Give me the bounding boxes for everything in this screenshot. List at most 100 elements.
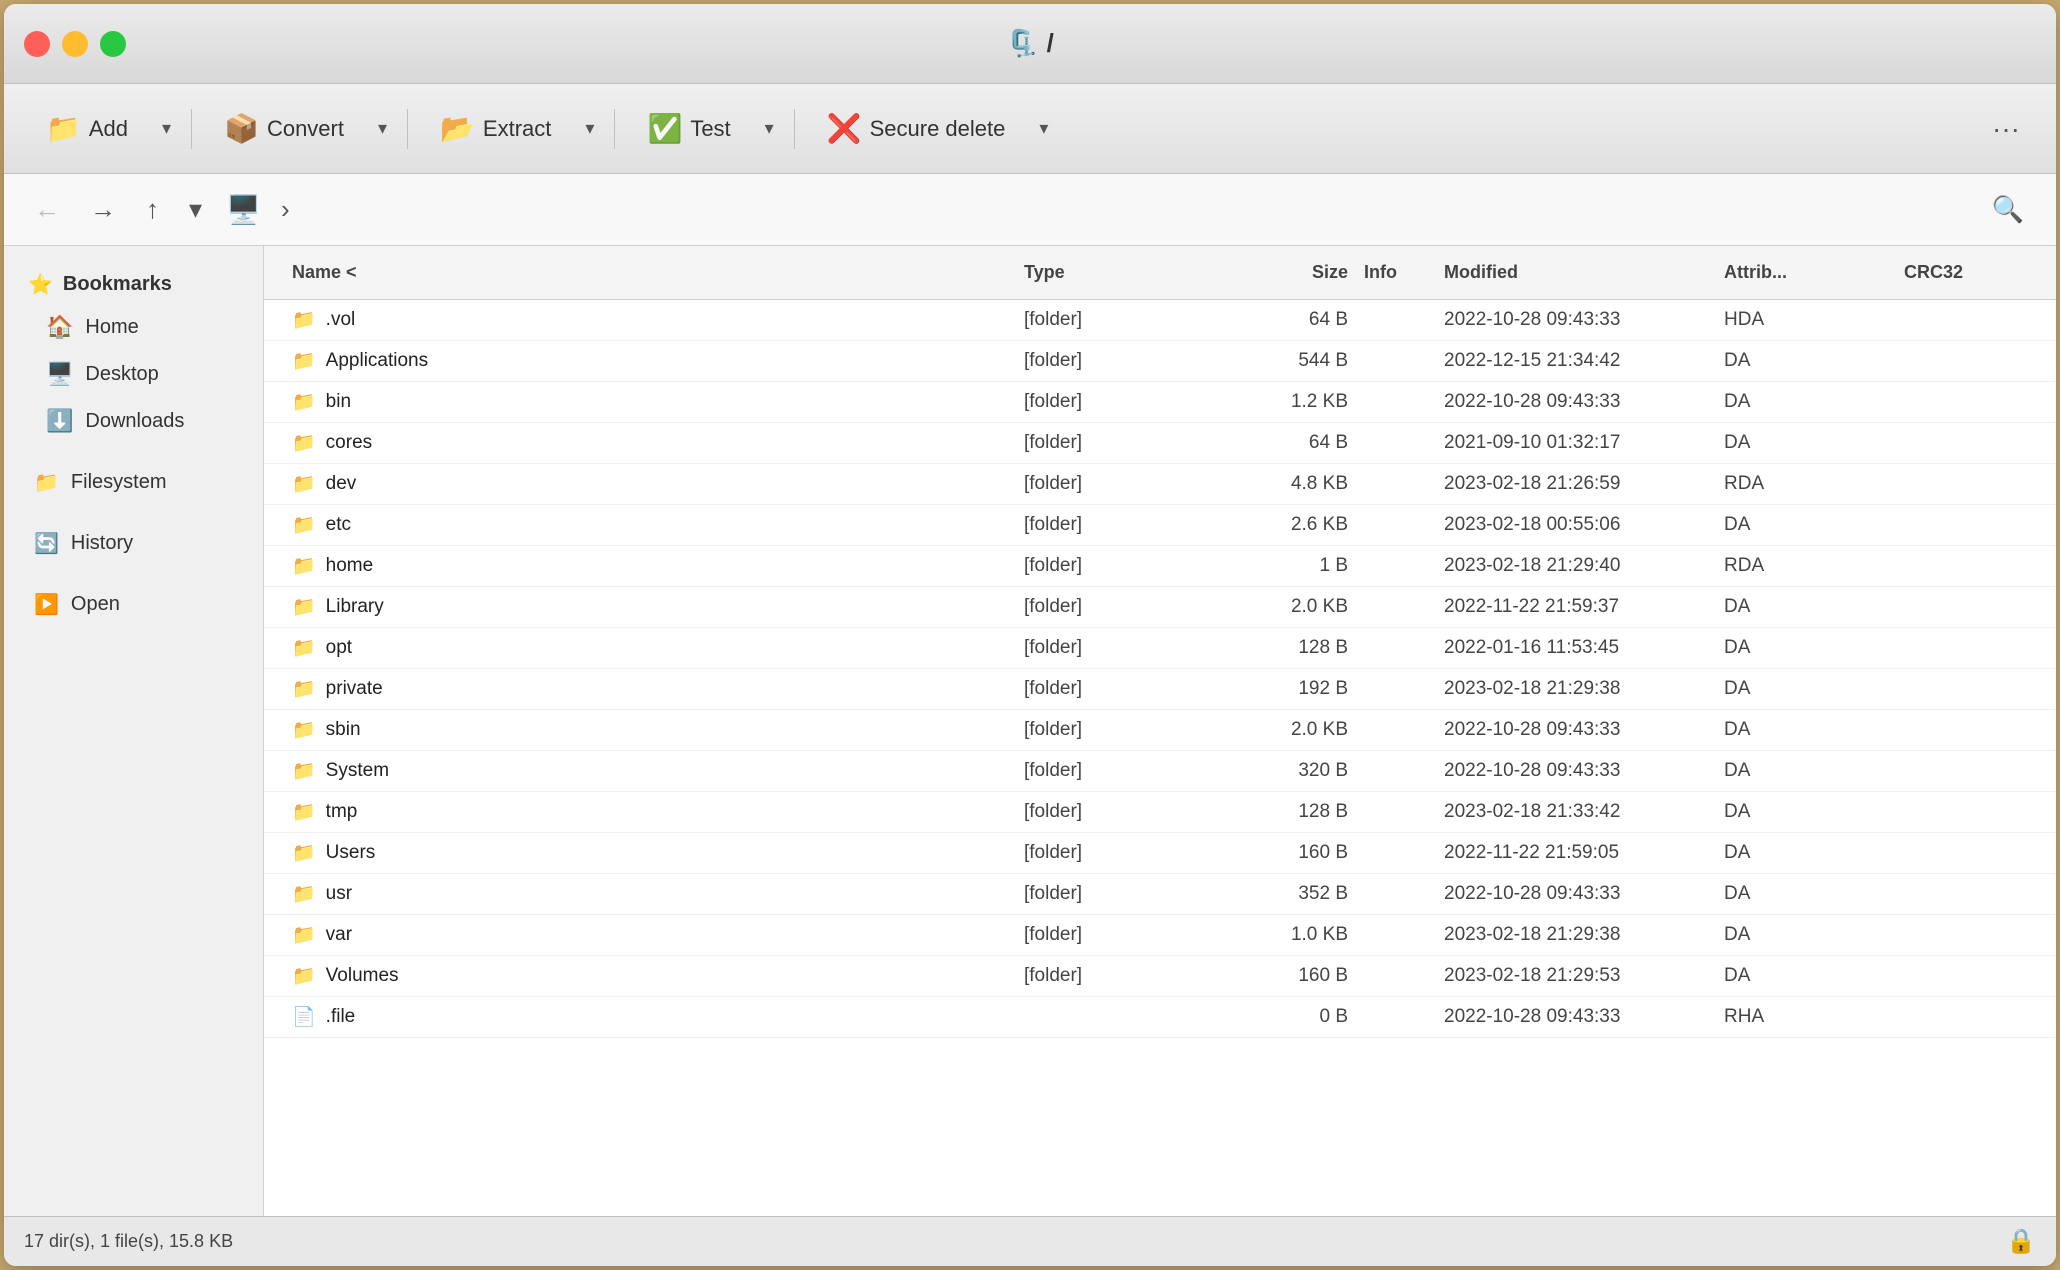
file-type-cell: [folder] [1016,715,1196,745]
secure-delete-button[interactable]: ❌ Secure delete [809,102,1024,155]
col-name[interactable]: Name < [284,256,1016,289]
lock-icon: 🔒 [2006,1227,2036,1256]
convert-dropdown[interactable]: ▾ [372,108,393,149]
extract-dropdown[interactable]: ▾ [579,108,600,149]
table-row[interactable]: 📁 Library [folder] 2.0 KB 2022-11-22 21:… [264,587,2056,628]
file-name-cell: 📄 .file [284,1001,1016,1033]
sidebar-item-open[interactable]: ▶️ Open [10,582,257,627]
file-crc32-cell [1896,521,2036,529]
minimize-button[interactable] [62,31,88,57]
history-section: 🔄 History [4,521,263,566]
file-name-text: Applications [326,350,428,372]
secure-delete-dropdown[interactable]: ▾ [1033,108,1054,149]
close-button[interactable] [24,31,50,57]
table-row[interactable]: 📁 tmp [folder] 128 B 2023-02-18 21:33:42… [264,792,2056,833]
table-row[interactable]: 📁 bin [folder] 1.2 KB 2022-10-28 09:43:3… [264,382,2056,423]
forward-nav-button[interactable]: › [271,186,300,233]
file-name-text: .vol [326,309,356,331]
file-crc32-cell [1896,439,2036,447]
back-button[interactable]: ← [24,186,70,233]
table-row[interactable]: 📁 Applications [folder] 544 B 2022-12-15… [264,341,2056,382]
file-name-text: Volumes [326,965,399,987]
file-size-cell: 544 B [1196,346,1356,376]
sidebar-item-downloads[interactable]: ⬇️ Downloads [10,398,257,444]
table-row[interactable]: 📁 opt [folder] 128 B 2022-01-16 11:53:45… [264,628,2056,669]
file-modified-cell: 2023-02-18 21:29:40 [1436,551,1716,581]
bookmarks-label: Bookmarks [63,273,172,296]
test-dropdown[interactable]: ▾ [759,108,780,149]
file-size-cell: 2.0 KB [1196,715,1356,745]
file-size-cell: 4.8 KB [1196,469,1356,499]
home-label: Home [85,316,138,339]
table-row[interactable]: 📁 private [folder] 192 B 2023-02-18 21:2… [264,669,2056,710]
folder-icon: 📁 [292,718,316,742]
file-modified-cell: 2021-09-10 01:32:17 [1436,428,1716,458]
folder-icon: 📁 [292,513,316,537]
col-attrib[interactable]: Attrib... [1716,256,1896,289]
forward-button[interactable]: → [80,186,126,233]
file-info-cell [1356,972,1436,980]
file-size-cell: 160 B [1196,838,1356,868]
table-row[interactable]: 📁 Users [folder] 160 B 2022-11-22 21:59:… [264,833,2056,874]
file-attrib-cell: DA [1716,633,1896,663]
table-row[interactable]: 📁 cores [folder] 64 B 2021-09-10 01:32:1… [264,423,2056,464]
sidebar-item-history[interactable]: 🔄 History [10,521,257,566]
sidebar-item-filesystem[interactable]: 📁 Filesystem [10,460,257,505]
folder-icon: 📁 [292,390,316,414]
file-modified-cell: 2023-02-18 21:29:38 [1436,674,1716,704]
table-row[interactable]: 📁 Volumes [folder] 160 B 2023-02-18 21:2… [264,956,2056,997]
table-row[interactable]: 📁 etc [folder] 2.6 KB 2023-02-18 00:55:0… [264,505,2056,546]
breadcrumb-dropdown[interactable]: ▾ [179,186,212,233]
table-row[interactable]: 📁 home [folder] 1 B 2023-02-18 21:29:40 … [264,546,2056,587]
test-button[interactable]: ✅ Test [629,102,748,155]
sidebar-item-home[interactable]: 🏠 Home [10,304,257,350]
file-name-cell: 📁 Volumes [284,960,1016,992]
folder-icon: 📁 [292,472,316,496]
file-crc32-cell [1896,931,2036,939]
search-button[interactable]: 🔍 [1980,186,2036,233]
file-attrib-cell: HDA [1716,305,1896,335]
convert-button[interactable]: 📦 Convert [206,102,362,155]
test-icon: ✅ [647,112,682,145]
extract-label: Extract [483,116,551,142]
table-row[interactable]: 📁 System [folder] 320 B 2022-10-28 09:43… [264,751,2056,792]
bookmarks-star-icon: ⭐ [28,272,53,297]
add-button[interactable]: 📁 Add [28,102,146,155]
file-size-cell: 352 B [1196,879,1356,909]
file-size-cell: 320 B [1196,756,1356,786]
up-button[interactable]: ↑ [136,186,169,233]
file-name-text: private [326,678,383,700]
table-row[interactable]: 📄 .file 0 B 2022-10-28 09:43:33 RHA [264,997,2056,1038]
sidebar-item-desktop[interactable]: 🖥️ Desktop [10,351,257,397]
file-modified-cell: 2023-02-18 00:55:06 [1436,510,1716,540]
file-modified-cell: 2022-12-15 21:34:42 [1436,346,1716,376]
maximize-button[interactable] [100,31,126,57]
file-attrib-cell: RDA [1716,469,1896,499]
file-attrib-cell: DA [1716,920,1896,950]
sep-3 [614,109,615,149]
extract-button[interactable]: 📂 Extract [422,102,569,155]
add-dropdown[interactable]: ▾ [156,108,177,149]
file-name-cell: 📁 cores [284,427,1016,459]
file-name-cell: 📁 home [284,550,1016,582]
col-modified[interactable]: Modified [1436,256,1716,289]
file-modified-cell: 2023-02-18 21:26:59 [1436,469,1716,499]
file-size-cell: 2.0 KB [1196,592,1356,622]
file-info-cell [1356,767,1436,775]
col-crc32[interactable]: CRC32 [1896,256,2036,289]
more-button[interactable]: ··· [1980,105,2032,153]
file-attrib-cell: DA [1716,756,1896,786]
table-row[interactable]: 📁 sbin [folder] 2.0 KB 2022-10-28 09:43:… [264,710,2056,751]
main-window: 🗜️ / 📁 Add ▾ 📦 Convert ▾ 📂 Extract ▾ ✅ T… [4,4,2056,1266]
col-type[interactable]: Type [1016,256,1196,289]
folder-icon: 📁 [292,554,316,578]
file-info-cell [1356,808,1436,816]
table-row[interactable]: 📁 .vol [folder] 64 B 2022-10-28 09:43:33… [264,300,2056,341]
file-crc32-cell [1896,890,2036,898]
col-info[interactable]: Info [1356,256,1436,289]
add-label: Add [89,116,128,142]
table-row[interactable]: 📁 usr [folder] 352 B 2022-10-28 09:43:33… [264,874,2056,915]
table-row[interactable]: 📁 var [folder] 1.0 KB 2023-02-18 21:29:3… [264,915,2056,956]
col-size[interactable]: Size [1196,256,1356,289]
table-row[interactable]: 📁 dev [folder] 4.8 KB 2023-02-18 21:26:5… [264,464,2056,505]
